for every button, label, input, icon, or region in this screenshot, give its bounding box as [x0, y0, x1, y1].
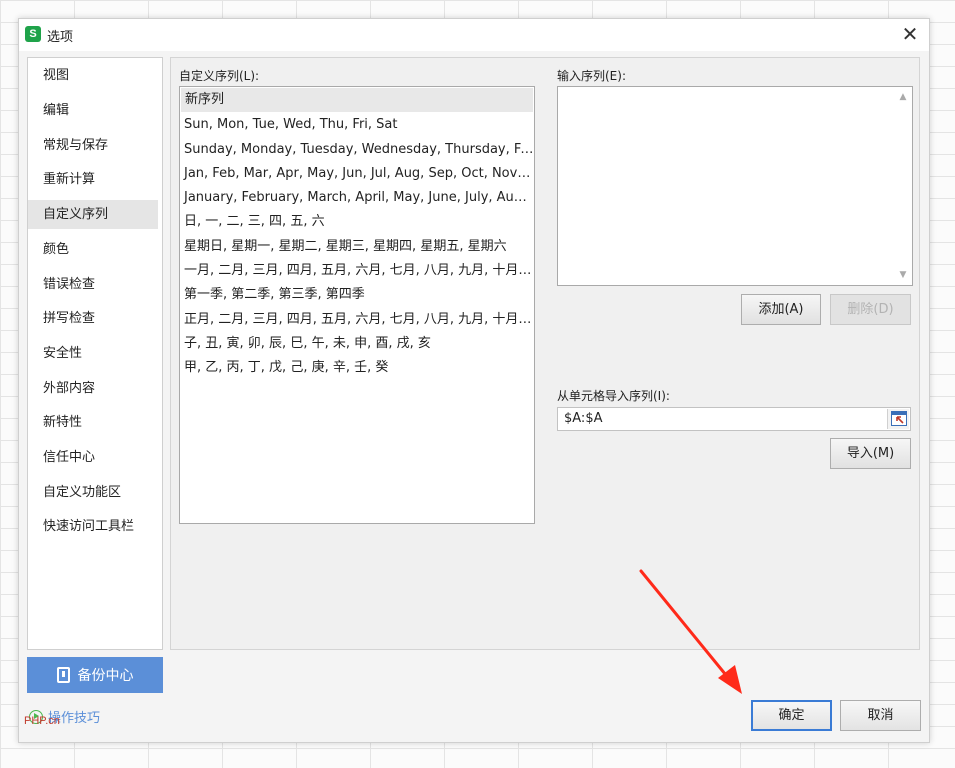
custom-lists-label: 自定义序列(L): [179, 69, 260, 83]
nav-item-quick-access-toolbar[interactable]: 快速访问工具栏 [28, 512, 158, 541]
nav-item-customize-ribbon[interactable]: 自定义功能区 [28, 478, 158, 507]
list-item[interactable]: Jan, Feb, Mar, Apr, May, Jun, Jul, Aug, … [180, 162, 534, 186]
list-item[interactable]: 正月, 二月, 三月, 四月, 五月, 六月, 七月, 八月, 九月, 十月, … [180, 308, 534, 332]
nav-item-external-content[interactable]: 外部内容 [28, 374, 158, 403]
nav-item-security[interactable]: 安全性 [28, 339, 158, 368]
backup-center-label: 备份中心 [77, 668, 134, 684]
options-nav: 视图 编辑 常规与保存 重新计算 自定义序列 颜色 错误检查 拼写检查 安全性 … [27, 57, 163, 650]
wps-app-icon: S [25, 26, 41, 42]
list-item[interactable]: Sunday, Monday, Tuesday, Wednesday, Thur… [180, 138, 534, 162]
list-item[interactable]: 星期日, 星期一, 星期二, 星期三, 星期四, 星期五, 星期六 [180, 235, 534, 259]
nav-item-trust-center[interactable]: 信任中心 [28, 443, 158, 472]
backup-icon [56, 667, 70, 683]
list-item[interactable]: January, February, March, April, May, Ju… [180, 186, 534, 210]
cancel-button[interactable]: 取消 [840, 700, 921, 731]
nav-item-view[interactable]: 视图 [28, 61, 158, 90]
watermark: PHP.cn [24, 715, 60, 727]
import-cells-label: 从单元格导入序列(I): [557, 389, 670, 403]
list-entries-textarea[interactable]: ▲ ▼ [557, 86, 913, 286]
nav-item-color[interactable]: 颜色 [28, 235, 158, 264]
list-entries-label: 输入序列(E): [557, 69, 626, 83]
list-item[interactable]: Sun, Mon, Tue, Wed, Thu, Fri, Sat [180, 113, 534, 137]
title-bar: S 选项 ✕ [19, 19, 929, 51]
nav-item-new-features[interactable]: 新特性 [28, 408, 158, 437]
ok-button[interactable]: 确定 [751, 700, 832, 731]
range-select-icon[interactable] [887, 409, 909, 429]
list-item[interactable]: 一月, 二月, 三月, 四月, 五月, 六月, 七月, 八月, 九月, 十月, … [180, 259, 534, 283]
nav-item-general-save[interactable]: 常规与保存 [28, 131, 158, 160]
nav-item-edit[interactable]: 编辑 [28, 96, 158, 125]
list-item[interactable]: 子, 丑, 寅, 卯, 辰, 巳, 午, 未, 申, 酉, 戌, 亥 [180, 332, 534, 356]
list-item[interactable]: 日, 一, 二, 三, 四, 五, 六 [180, 210, 534, 234]
nav-item-error-check[interactable]: 错误检查 [28, 270, 158, 299]
import-range-value: $A:$A [564, 411, 603, 426]
close-icon[interactable]: ✕ [899, 23, 921, 45]
scroll-down-icon[interactable]: ▼ [897, 269, 909, 281]
custom-lists-listbox[interactable]: 新序列 Sun, Mon, Tue, Wed, Thu, Fri, Sat Su… [179, 86, 535, 524]
custom-lists-panel: 自定义序列(L): 新序列 Sun, Mon, Tue, Wed, Thu, F… [170, 57, 920, 650]
import-range-input[interactable]: $A:$A [557, 407, 911, 431]
import-button[interactable]: 导入(M) [830, 438, 911, 469]
list-item[interactable]: 第一季, 第二季, 第三季, 第四季 [180, 283, 534, 307]
nav-item-recalculate[interactable]: 重新计算 [28, 165, 158, 194]
dialog-title: 选项 [47, 30, 74, 45]
backup-center-button[interactable]: 备份中心 [27, 657, 163, 693]
scroll-up-icon[interactable]: ▲ [897, 91, 909, 103]
add-button[interactable]: 添加(A) [741, 294, 821, 325]
nav-item-custom-lists[interactable]: 自定义序列 [28, 200, 158, 229]
delete-button[interactable]: 删除(D) [830, 294, 911, 325]
options-dialog: S 选项 ✕ 视图 编辑 常规与保存 重新计算 自定义序列 颜色 错误检查 拼写… [18, 18, 930, 743]
nav-item-spell-check[interactable]: 拼写检查 [28, 304, 158, 333]
list-item[interactable]: 甲, 乙, 丙, 丁, 戊, 己, 庚, 辛, 壬, 癸 [180, 356, 534, 380]
list-item[interactable]: 新序列 [181, 88, 533, 113]
